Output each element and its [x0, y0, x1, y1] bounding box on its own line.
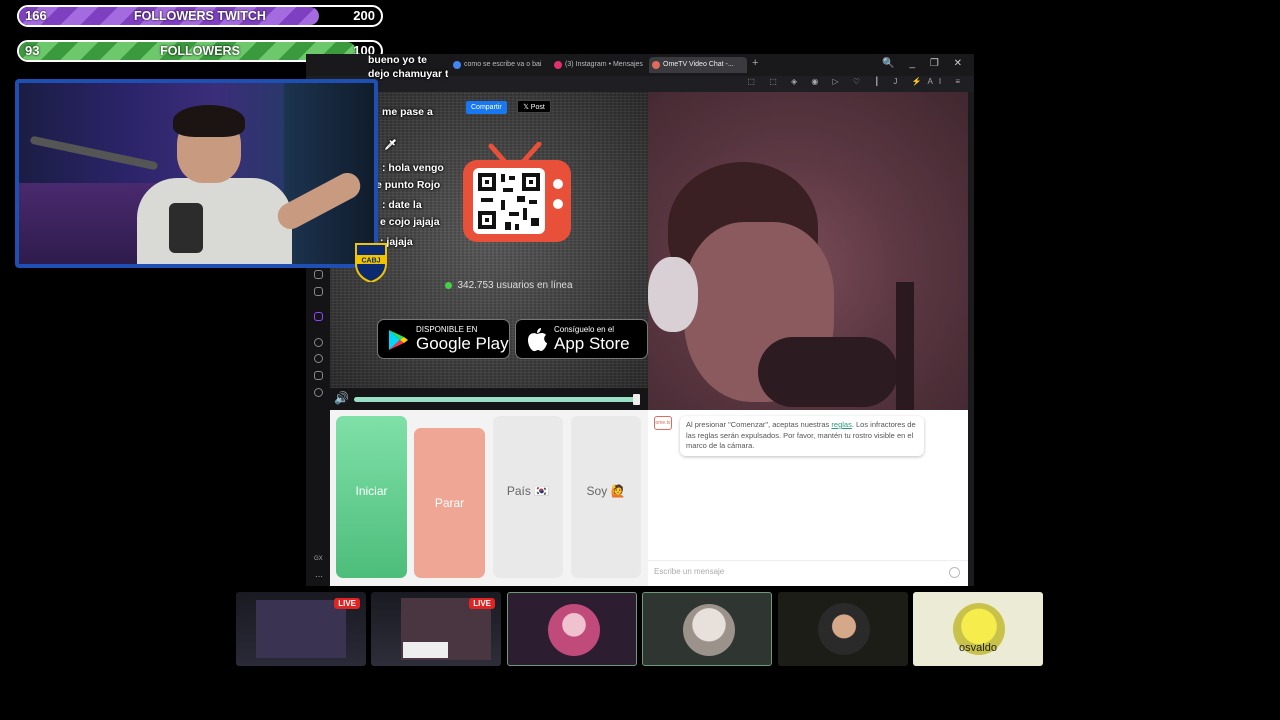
- scrollbar[interactable]: [968, 92, 974, 586]
- tab-label: como se escribe va o bai: [464, 61, 542, 68]
- chat-line: : date la: [382, 199, 422, 211]
- volume-icon[interactable]: 🔊: [334, 391, 349, 405]
- cube-icon[interactable]: [314, 371, 323, 380]
- online-text: 342.753 usuarios en línea: [457, 280, 573, 291]
- apple-icon: [528, 328, 547, 352]
- microphone-arm: [29, 135, 159, 171]
- selfie-avatar: [683, 604, 735, 656]
- app-store-badge[interactable]: Consíguelo en el App Store: [515, 319, 648, 359]
- new-tab-button[interactable]: +: [752, 57, 758, 69]
- chat-input-placeholder: Escribe un mensaje: [654, 567, 725, 576]
- microphone-icon: [758, 337, 898, 407]
- clock-icon[interactable]: [314, 354, 323, 363]
- thumbnail-screen-1[interactable]: LIVE: [236, 592, 366, 666]
- live-badge: LIVE: [334, 598, 360, 609]
- chat-emote: 🗡: [384, 140, 397, 151]
- thumbnail-selfie-avatar[interactable]: [642, 592, 772, 666]
- rules-notice: Al presionar "Comenzar", aceptas nuestra…: [680, 416, 924, 456]
- ometv-logo-icon: ome.tv: [654, 416, 672, 430]
- thumbnail-screen-2[interactable]: LIVE: [371, 592, 501, 666]
- goal-total: 200: [353, 8, 375, 23]
- gx-icon[interactable]: GX: [314, 556, 323, 562]
- partner-camera-feed: [648, 92, 968, 410]
- country-select-button[interactable]: País 🇰🇷: [493, 416, 563, 578]
- play-icon[interactable]: [314, 338, 323, 347]
- google-icon: [453, 61, 461, 69]
- tab-label: (3) Instagram • Mensajes: [565, 61, 643, 68]
- twitch-icon[interactable]: [314, 312, 323, 321]
- start-button[interactable]: Iniciar: [336, 416, 407, 578]
- online-status-dot: [445, 281, 453, 289]
- google-play-icon: [389, 330, 408, 350]
- chat-line: e cojo jajaja: [380, 216, 440, 228]
- gender-select-button[interactable]: Soy 🙋: [571, 416, 641, 578]
- instagram-icon: [554, 61, 562, 69]
- thumbnail-osvaldo[interactable]: osvaldo: [913, 592, 1043, 666]
- extension-icons[interactable]: ⬚ ⬚ ◈ ◉ ▷ ♡ ┃ J ⚡AI ≡: [747, 77, 966, 86]
- thumb-preview-panel: [403, 642, 448, 658]
- window-controls[interactable]: 🔍 _ ❐ ✕: [882, 58, 968, 69]
- gear-icon[interactable]: [314, 388, 323, 397]
- store-name: App Store: [554, 334, 630, 353]
- control-buttons: Iniciar Parar País 🇰🇷 Soy 🙋: [330, 410, 648, 586]
- chat-line: e punto Rojo: [376, 179, 441, 191]
- notice-text: Al presionar "Comenzar", aceptas nuestra…: [686, 420, 832, 429]
- headphone-icon: [648, 257, 698, 332]
- tab-google-search[interactable]: como se escribe va o bai: [450, 57, 544, 73]
- stop-button[interactable]: Parar: [414, 428, 485, 578]
- person-avatar: [818, 603, 870, 655]
- chat-line: dejo chamuyar tranqui: [368, 68, 448, 80]
- goal-current: 93: [25, 43, 40, 58]
- volume-slider[interactable]: [354, 394, 640, 405]
- boca-juniors-badge-icon: CABJ: [355, 243, 387, 282]
- chat-message-input[interactable]: Escribe un mensaje: [648, 560, 968, 582]
- store-name: Google Play: [416, 334, 509, 353]
- mic-stand: [896, 282, 914, 410]
- thumbnail-name: osvaldo: [959, 642, 997, 654]
- tab-instagram[interactable]: (3) Instagram • Mensajes: [551, 57, 643, 73]
- emoji-icon[interactable]: [949, 567, 960, 578]
- tab-label: OmeTV Video Chat -...: [663, 61, 734, 68]
- google-play-badge[interactable]: DISPONIBLE EN Google Play: [377, 319, 510, 359]
- anime-avatar: [548, 604, 600, 656]
- ometv-icon: [652, 61, 660, 69]
- followers-twitch-goal-bar: FOLLOWERS TWITCH 166 200: [17, 5, 383, 27]
- streamer-webcam: [15, 79, 378, 268]
- mate-cup: [169, 203, 203, 253]
- volume-control: 🔊: [330, 388, 648, 410]
- live-badge: LIVE: [469, 598, 495, 609]
- chat-panel: ome.tv Al presionar "Comenzar", aceptas …: [648, 410, 968, 586]
- streamer-shirt: [137, 178, 292, 264]
- store-small-label: Consíguelo en el: [554, 325, 615, 334]
- share-row: Compartir 𝕏 Post: [466, 96, 557, 114]
- sidebar-icon[interactable]: [314, 270, 323, 279]
- goal-title: FOLLOWERS TWITCH: [134, 9, 266, 23]
- stream-overlay: FOLLOWERS TWITCH 166 200 FOLLOWERS 93 10…: [0, 0, 1280, 720]
- thumbnail-anime-avatar[interactable]: [507, 592, 637, 666]
- tab-ometv[interactable]: OmeTV Video Chat -...: [649, 57, 747, 73]
- ometv-qr-logo: [463, 142, 571, 242]
- more-icon[interactable]: ⋯: [315, 572, 323, 581]
- x-post-button[interactable]: 𝕏 Post: [517, 100, 551, 113]
- volume-slider-handle[interactable]: [633, 394, 640, 405]
- chat-line: bueno yo te: [368, 54, 427, 66]
- chat-line: me pase a: [382, 106, 433, 118]
- facebook-share-button[interactable]: Compartir: [466, 101, 507, 114]
- streamer-hair: [173, 105, 245, 137]
- rules-link[interactable]: reglas: [831, 420, 851, 429]
- sidebar-icon[interactable]: [314, 287, 323, 296]
- thumb-preview: [256, 600, 346, 658]
- stream-chat-overlay: bueno yo te dejo chamuyar tranqui me pas…: [368, 52, 448, 252]
- badge-text: CABJ: [361, 258, 380, 265]
- store-small-label: DISPONIBLE EN: [416, 325, 478, 334]
- goal-current: 166: [25, 8, 47, 23]
- thumbnail-person-avatar[interactable]: [778, 592, 908, 666]
- chat-line: : hola vengo: [382, 162, 444, 174]
